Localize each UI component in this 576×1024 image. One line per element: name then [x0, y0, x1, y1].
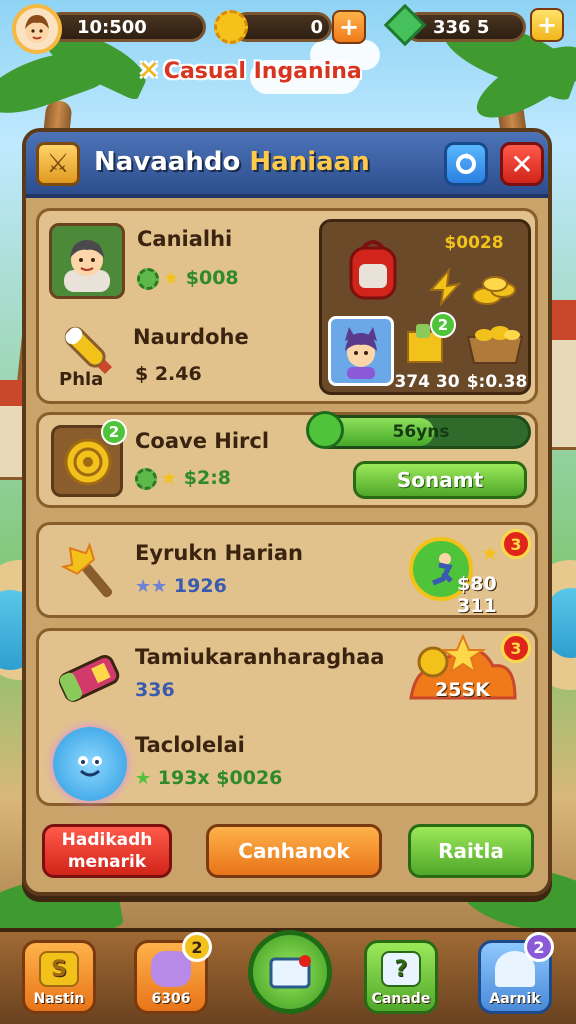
battery-value: 336 — [135, 679, 175, 701]
progress-label: 56yns — [392, 422, 450, 442]
drop-value: 193x $0026 — [157, 767, 283, 789]
torch-reward: $80 311 — [457, 573, 497, 617]
shop-value-right: $:0.38 — [466, 372, 528, 392]
character-value-row: ★ $008 — [137, 267, 239, 290]
gear-icon — [135, 467, 157, 490]
nav-shop-label: Nastin — [33, 991, 85, 1007]
map-icon — [269, 955, 311, 989]
gold-value: 0 — [310, 16, 323, 38]
drop-name: Taclolelai — [135, 733, 245, 757]
nav-quests[interactable]: ? Canade — [364, 940, 438, 1014]
bottom-nav: S Nastin 6306 2 ? Canade Aarnik 2 — [0, 928, 576, 1024]
avatar-face-icon — [25, 15, 49, 43]
basket-icon — [466, 326, 524, 364]
shop-grid: $0028 2 374 30 $:0.38 — [319, 219, 531, 395]
torch-value: 1926 — [173, 575, 227, 597]
score-pill: 10:500 — [46, 12, 206, 42]
character-section: Canialhi ★ $008 Naurdohe Phla $ 2.46 $00… — [36, 208, 538, 404]
tool-label: Phla — [59, 369, 104, 390]
top-bar: 10:500 0 + 336 5 + — [0, 0, 576, 56]
coin-value: $2:8 — [183, 467, 232, 489]
battery-name: Tamiukaranharaghaa — [135, 645, 385, 669]
water-drop-icon — [53, 727, 127, 801]
star-icon: ★★ — [135, 576, 168, 597]
shop-badge: 2 — [430, 312, 456, 338]
game-logo: ✕ Casual Inganina — [138, 56, 362, 86]
torch-name: Eyrukn Harian — [135, 541, 303, 565]
score-value: 10:500 — [77, 16, 147, 38]
nav-inventory-badge: 2 — [182, 932, 212, 962]
close-button[interactable]: ✕ — [500, 142, 544, 186]
shield-icon: S — [39, 951, 79, 987]
torch-badge: 3 — [501, 529, 531, 559]
coin-badge: 2 — [101, 419, 127, 445]
shop-cell-coins[interactable] — [418, 258, 528, 312]
panel-header: ⚔ Navaahdo Haniaan ✕ — [26, 132, 548, 198]
character-face-icon — [64, 240, 110, 292]
nav-profile-label: Aarnik — [489, 991, 541, 1007]
close-icon: ✕ — [510, 147, 534, 181]
nav-inventory-label: 6306 — [151, 991, 191, 1007]
scroll-icon: ? — [381, 951, 421, 987]
gold-coins-icon — [428, 266, 516, 308]
star-icon: ★ — [481, 541, 499, 565]
confirm-button[interactable]: Raitla — [408, 824, 534, 878]
shop-top-label: $0028 — [444, 233, 504, 253]
list-item-torch[interactable]: Eyrukn Harian ★★ 1926 ★ 3 $80 311 — [36, 522, 538, 618]
main-panel: ⚔ Navaahdo Haniaan ✕ Canialhi ★ $008 Nau… — [22, 128, 552, 896]
exit-button[interactable]: Hadikadh menarik — [42, 824, 172, 878]
shop-cell-backpack[interactable] — [328, 228, 418, 310]
gold-gear-icon — [214, 10, 248, 44]
list-item-battery[interactable]: Tamiukaranharaghaa 336 3 25SK Taclolelai… — [36, 628, 538, 806]
nav-quests-label: Canade — [371, 991, 431, 1007]
logo-x-icon: ✕ — [138, 56, 160, 86]
panel-title: Navaahdo Haniaan — [94, 147, 370, 177]
star-icon: ★ — [161, 468, 178, 489]
panel-title-main: Navaahdo — [94, 147, 250, 177]
nav-play-button[interactable] — [248, 930, 332, 1014]
coin-value-row: ★ $2:8 — [135, 467, 231, 490]
character-portrait[interactable] — [49, 223, 125, 299]
battery-badge: 3 — [501, 633, 531, 663]
tool-name: Naurdohe — [133, 325, 249, 349]
torch-value-row: ★★ 1926 — [135, 575, 227, 597]
game-logo-text: Casual Inganina — [163, 58, 362, 84]
torch-icon — [53, 535, 127, 609]
backpack-icon — [349, 240, 397, 300]
coin-item-name: Coave Hircl — [135, 429, 270, 453]
change-button[interactable]: Canhanok — [206, 824, 382, 878]
submit-button[interactable]: Sonamt — [353, 461, 527, 499]
swords-icon: ⚔ — [36, 142, 80, 186]
character-value: $008 — [185, 267, 239, 289]
battery-reward: 25SK — [435, 679, 490, 701]
star-icon: ★ — [135, 768, 152, 789]
shop-cell-character[interactable] — [328, 316, 394, 386]
refresh-icon — [456, 153, 476, 174]
refresh-button[interactable] — [444, 142, 488, 186]
shop-cell-basket[interactable] — [462, 316, 528, 368]
player-avatar[interactable] — [12, 4, 62, 54]
character-name: Canialhi — [137, 227, 233, 251]
nav-profile-badge: 2 — [524, 932, 554, 962]
star-icon: ★ — [163, 268, 180, 289]
shop-value-left: 374 30 — [394, 372, 460, 392]
add-gold-button[interactable]: + — [332, 10, 366, 44]
house — [548, 330, 576, 450]
drop-value-row: ★ 193x $0026 — [135, 767, 282, 789]
gear-icon — [137, 267, 159, 290]
add-gems-button[interactable]: + — [530, 8, 564, 42]
tool-value: $ 2.46 — [135, 363, 202, 385]
cat-girl-icon — [345, 327, 377, 379]
nav-shop[interactable]: S Nastin — [22, 940, 96, 1014]
gems-value: 336 5 — [433, 16, 490, 38]
battery-icon — [53, 643, 127, 713]
panel-title-accent: Haniaan — [249, 147, 370, 177]
progress-bar: 56yns — [306, 411, 531, 449]
coin-section: 2 Coave Hircl ★ $2:8 56yns Sonamt — [36, 411, 538, 508]
